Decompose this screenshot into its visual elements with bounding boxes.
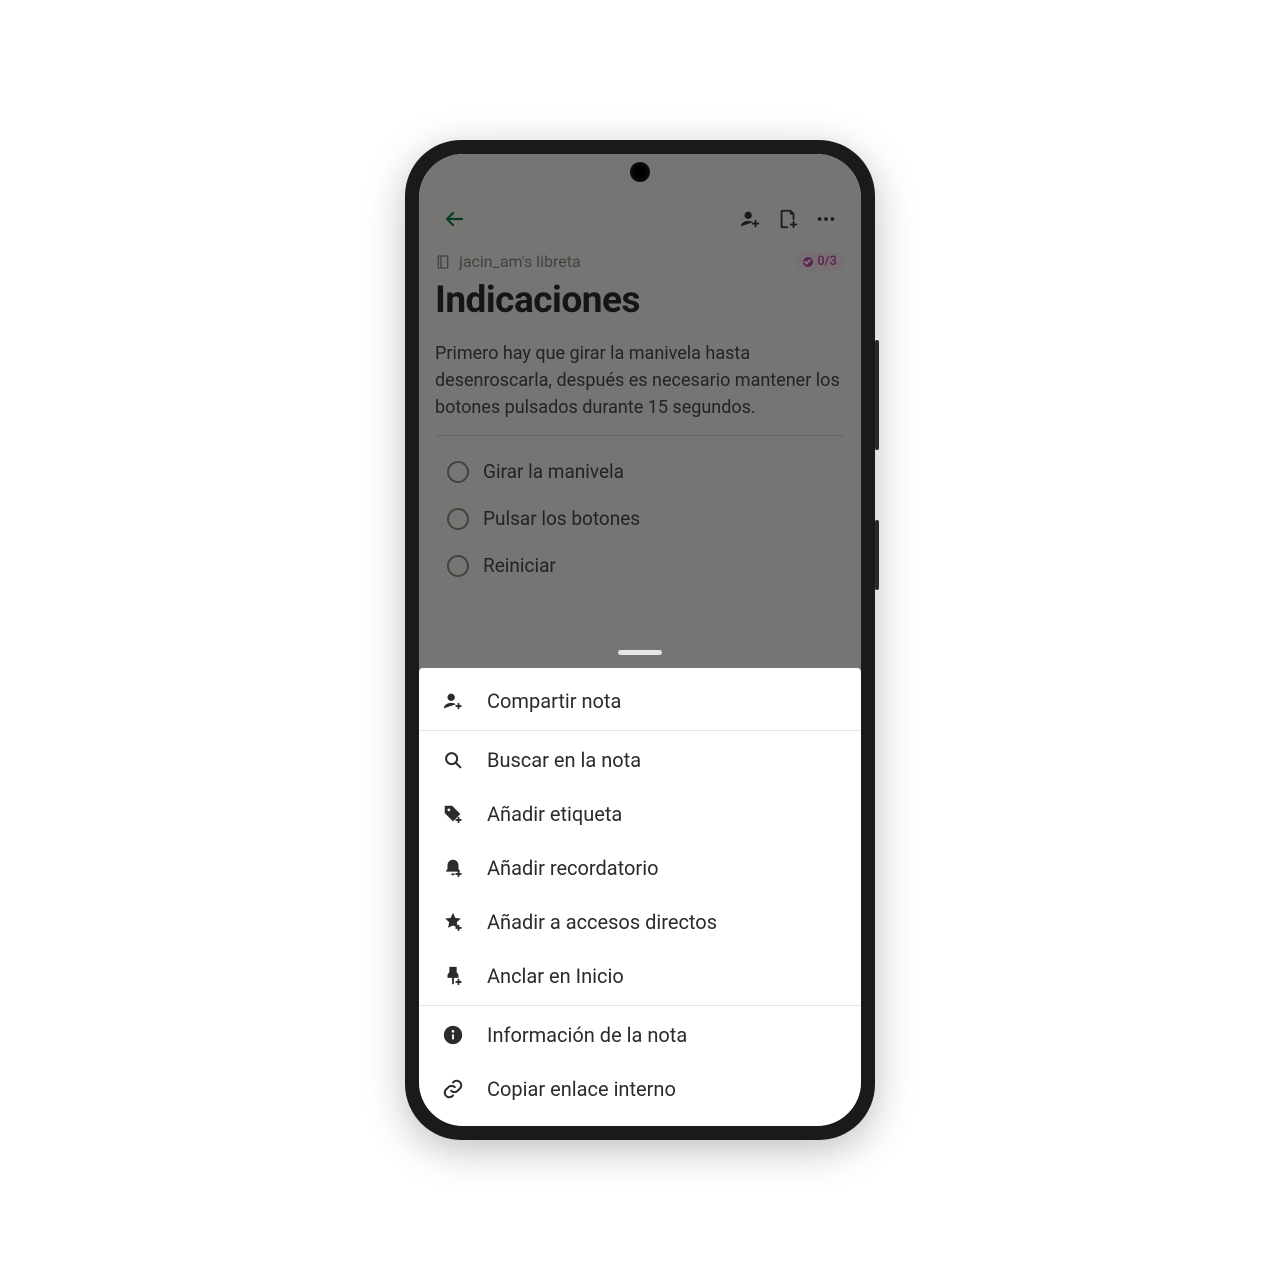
menu-separator (419, 730, 861, 731)
sheet-handle[interactable] (419, 650, 861, 655)
menu-item-label: Copiar enlace interno (487, 1077, 676, 1101)
tag-add-icon (441, 802, 465, 826)
menu-share-note[interactable]: Compartir nota (419, 674, 861, 728)
phone-frame: jacin_am's libreta 0/3 Indicaciones Prim… (405, 140, 875, 1140)
menu-item-label: Información de la nota (487, 1023, 687, 1047)
menu-add-reminder[interactable]: Añadir recordatorio (419, 841, 861, 895)
menu-item-label: Añadir a accesos directos (487, 910, 717, 934)
menu-add-tag[interactable]: Añadir etiqueta (419, 787, 861, 841)
menu-add-shortcut[interactable]: Añadir a accesos directos (419, 895, 861, 949)
phone-screen: jacin_am's libreta 0/3 Indicaciones Prim… (419, 154, 861, 1126)
menu-search-note[interactable]: Buscar en la nota (419, 733, 861, 787)
bell-add-icon (441, 856, 465, 880)
pin-add-icon (441, 964, 465, 988)
link-icon (441, 1077, 465, 1101)
menu-note-info[interactable]: Información de la nota (419, 1008, 861, 1062)
menu-item-label: Añadir recordatorio (487, 856, 658, 880)
info-icon (441, 1023, 465, 1047)
menu-copy-link[interactable]: Copiar enlace interno (419, 1062, 861, 1116)
phone-side-button (875, 340, 879, 450)
star-add-icon (441, 910, 465, 934)
menu-separator (419, 1005, 861, 1006)
bottom-sheet: Compartir nota Buscar en la nota Añadir … (419, 668, 861, 1126)
menu-item-label: Compartir nota (487, 689, 621, 713)
search-icon (441, 748, 465, 772)
menu-pin-home[interactable]: Anclar en Inicio (419, 949, 861, 1003)
menu-item-label: Buscar en la nota (487, 748, 641, 772)
menu-item-label: Anclar en Inicio (487, 964, 624, 988)
phone-side-button (875, 520, 879, 590)
person-add-icon (441, 689, 465, 713)
menu-item-label: Añadir etiqueta (487, 802, 622, 826)
